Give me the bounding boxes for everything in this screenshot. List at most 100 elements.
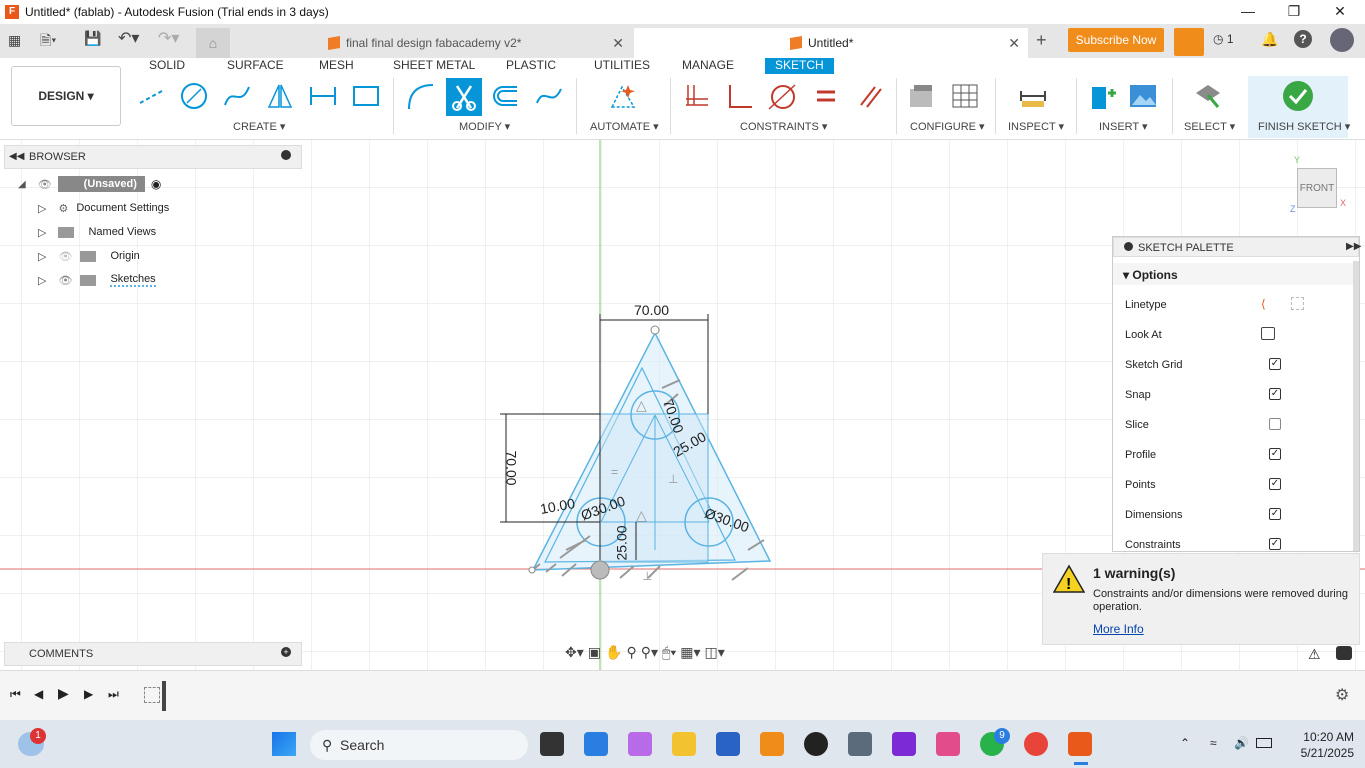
centerline-linetype-icon[interactable] <box>1291 297 1304 310</box>
equal-constraint[interactable] <box>809 78 843 114</box>
warning-status-icon[interactable]: ⚠ <box>1308 646 1321 663</box>
points-checkbox[interactable]: ✓ <box>1269 478 1281 490</box>
insert-derive-icon[interactable] <box>1084 78 1118 114</box>
select-tool[interactable] <box>1190 78 1224 114</box>
offset-tool[interactable] <box>489 78 523 114</box>
expand-arrow-icon[interactable]: ▷ <box>38 250 46 263</box>
palette-scrollbar[interactable] <box>1353 261 1359 551</box>
subscribe-button[interactable]: Subscribe Now <box>1068 28 1164 52</box>
tab-surface[interactable]: SURFACE <box>227 58 284 74</box>
measure-tool[interactable] <box>1016 78 1050 114</box>
break-curve-tool[interactable] <box>532 78 566 114</box>
finish-sketch-menu[interactable]: FINISH SKETCH ▾ <box>1258 120 1350 133</box>
tab-sheet-metal[interactable]: SHEET METAL <box>393 58 475 74</box>
view-cube-face[interactable]: FRONT <box>1297 168 1337 208</box>
look-at-icon[interactable] <box>1261 327 1275 340</box>
copilot-icon[interactable] <box>628 732 652 756</box>
fillet-tool[interactable] <box>403 78 437 114</box>
tab-plastic[interactable]: PLASTIC <box>506 58 556 74</box>
line-tool[interactable] <box>134 78 168 114</box>
step-forward-icon[interactable]: ▶ <box>84 687 93 701</box>
expand-arrow-icon[interactable]: ▷ <box>38 226 46 239</box>
configure-table-icon[interactable] <box>904 78 938 114</box>
expand-arrow-icon[interactable]: ▷ <box>38 274 46 287</box>
comments-panel-header[interactable]: COMMENTS + <box>4 642 302 666</box>
add-comment-icon[interactable]: + <box>281 647 291 657</box>
orbit-icon[interactable]: ✥▾ <box>565 644 584 661</box>
zoom-icon[interactable]: ⚲ <box>626 644 636 661</box>
tab-solid[interactable]: SOLID <box>149 58 185 74</box>
browser-item-sketches[interactable]: ▷ 👁 Sketches <box>38 270 156 290</box>
configure-grid-icon[interactable] <box>948 78 982 114</box>
maximize-button[interactable]: ❐ <box>1271 0 1317 24</box>
automate-tool[interactable] <box>606 78 640 114</box>
dim-height-left[interactable]: 70.00 <box>504 450 520 485</box>
minimize-button[interactable]: — <box>1225 0 1271 24</box>
close-tab-icon[interactable]: ✕ <box>1008 35 1020 52</box>
browser-root[interactable]: ◢ 👁 (Unsaved) ◉ <box>18 174 161 194</box>
file-explorer-icon[interactable] <box>672 732 696 756</box>
store-icon[interactable] <box>716 732 740 756</box>
save-icon[interactable]: 💾 <box>84 30 101 47</box>
browser-item-origin[interactable]: ▷ 👁 Origin <box>38 246 140 266</box>
tab-manage[interactable]: MANAGE <box>682 58 734 74</box>
dimensions-checkbox[interactable]: ✓ <box>1269 508 1281 520</box>
sketch-grid-checkbox[interactable]: ✓ <box>1269 358 1281 370</box>
sketch-feature-icon[interactable] <box>144 687 160 703</box>
workspace-switcher[interactable]: DESIGN ▾ <box>11 66 121 126</box>
new-tab-icon[interactable]: + <box>1036 30 1047 51</box>
close-tab-icon[interactable]: ✕ <box>612 35 624 52</box>
pan-icon[interactable]: ✋ <box>605 644 622 661</box>
file-menu-icon[interactable]: 🗎▾ <box>40 30 56 54</box>
calculator-icon[interactable] <box>848 732 872 756</box>
automate-menu[interactable]: AUTOMATE ▾ <box>590 120 659 133</box>
collapse-panel-icon[interactable]: ◀◀ <box>9 151 24 162</box>
tab-sketch[interactable]: SKETCH <box>765 58 834 74</box>
spline-tool[interactable] <box>220 78 254 114</box>
eye-icon[interactable]: 👁 <box>38 178 52 191</box>
insert-menu[interactable]: INSERT ▾ <box>1099 120 1148 133</box>
chrome-icon[interactable] <box>1024 732 1048 756</box>
look-at-nav-icon[interactable]: ▣ <box>588 644 601 661</box>
eye-hidden-icon[interactable]: 👁 <box>58 250 72 263</box>
redo-icon[interactable]: ↷▾ <box>158 28 179 48</box>
insert-image-icon[interactable] <box>1126 78 1160 114</box>
clock-date[interactable]: 5/21/2025 <box>1294 746 1354 760</box>
palette-expand-icon[interactable]: ▶▶ <box>1346 241 1361 252</box>
select-menu[interactable]: SELECT ▾ <box>1184 120 1235 133</box>
chat-icon[interactable] <box>1336 646 1352 660</box>
view-cube[interactable]: FRONT Y X Z <box>1290 155 1350 220</box>
undo-icon[interactable]: ↶▾ <box>118 28 139 48</box>
timeline-marker[interactable] <box>162 681 166 711</box>
browser-panel-header[interactable]: ◀◀ BROWSER <box>4 145 302 169</box>
firefox-icon[interactable] <box>892 732 916 756</box>
perpendicular-constraint[interactable] <box>722 78 756 114</box>
more-info-link[interactable]: More Info <box>1093 622 1144 636</box>
volume-icon[interactable]: 🔊 <box>1234 736 1249 750</box>
circle-tool[interactable] <box>177 78 211 114</box>
dim-bottom-height[interactable]: 25.00 <box>614 525 630 560</box>
constraints-checkbox[interactable]: ✓ <box>1269 538 1281 550</box>
tab-mesh[interactable]: MESH <box>319 58 354 74</box>
help-icon[interactable]: ? <box>1294 30 1312 48</box>
dim-width-top[interactable]: 70.00 <box>634 302 669 318</box>
timeline-settings-icon[interactable]: ⚙ <box>1335 685 1349 705</box>
profile-badge-icon[interactable] <box>1174 28 1204 56</box>
expand-arrow-icon[interactable]: ▷ <box>38 202 46 215</box>
wifi-icon[interactable]: ≈ <box>1210 736 1217 750</box>
taskbar-search[interactable]: ⚲ Search <box>310 730 528 760</box>
dimension-line-tool[interactable] <box>306 78 340 114</box>
tangent-constraint[interactable] <box>765 78 799 114</box>
close-window-button[interactable]: ✕ <box>1317 0 1363 24</box>
modify-menu[interactable]: MODIFY ▾ <box>459 120 510 133</box>
go-to-start-icon[interactable]: ⏮ <box>10 687 21 702</box>
options-section[interactable]: ▾ Options <box>1113 263 1359 285</box>
sketch-palette-header[interactable]: SKETCH PALETTE ▶▶ <box>1113 237 1361 257</box>
bitdefender-icon[interactable] <box>804 732 828 756</box>
job-status-icon[interactable]: ◷ 1 <box>1213 32 1234 46</box>
tab-untitled[interactable]: Untitled* ✕ <box>634 28 1028 58</box>
create-menu[interactable]: CREATE ▾ <box>233 120 285 133</box>
home-icon[interactable]: ⌂ <box>196 28 230 58</box>
parallel-constraint[interactable] <box>853 78 887 114</box>
battery-icon[interactable] <box>1256 738 1272 748</box>
